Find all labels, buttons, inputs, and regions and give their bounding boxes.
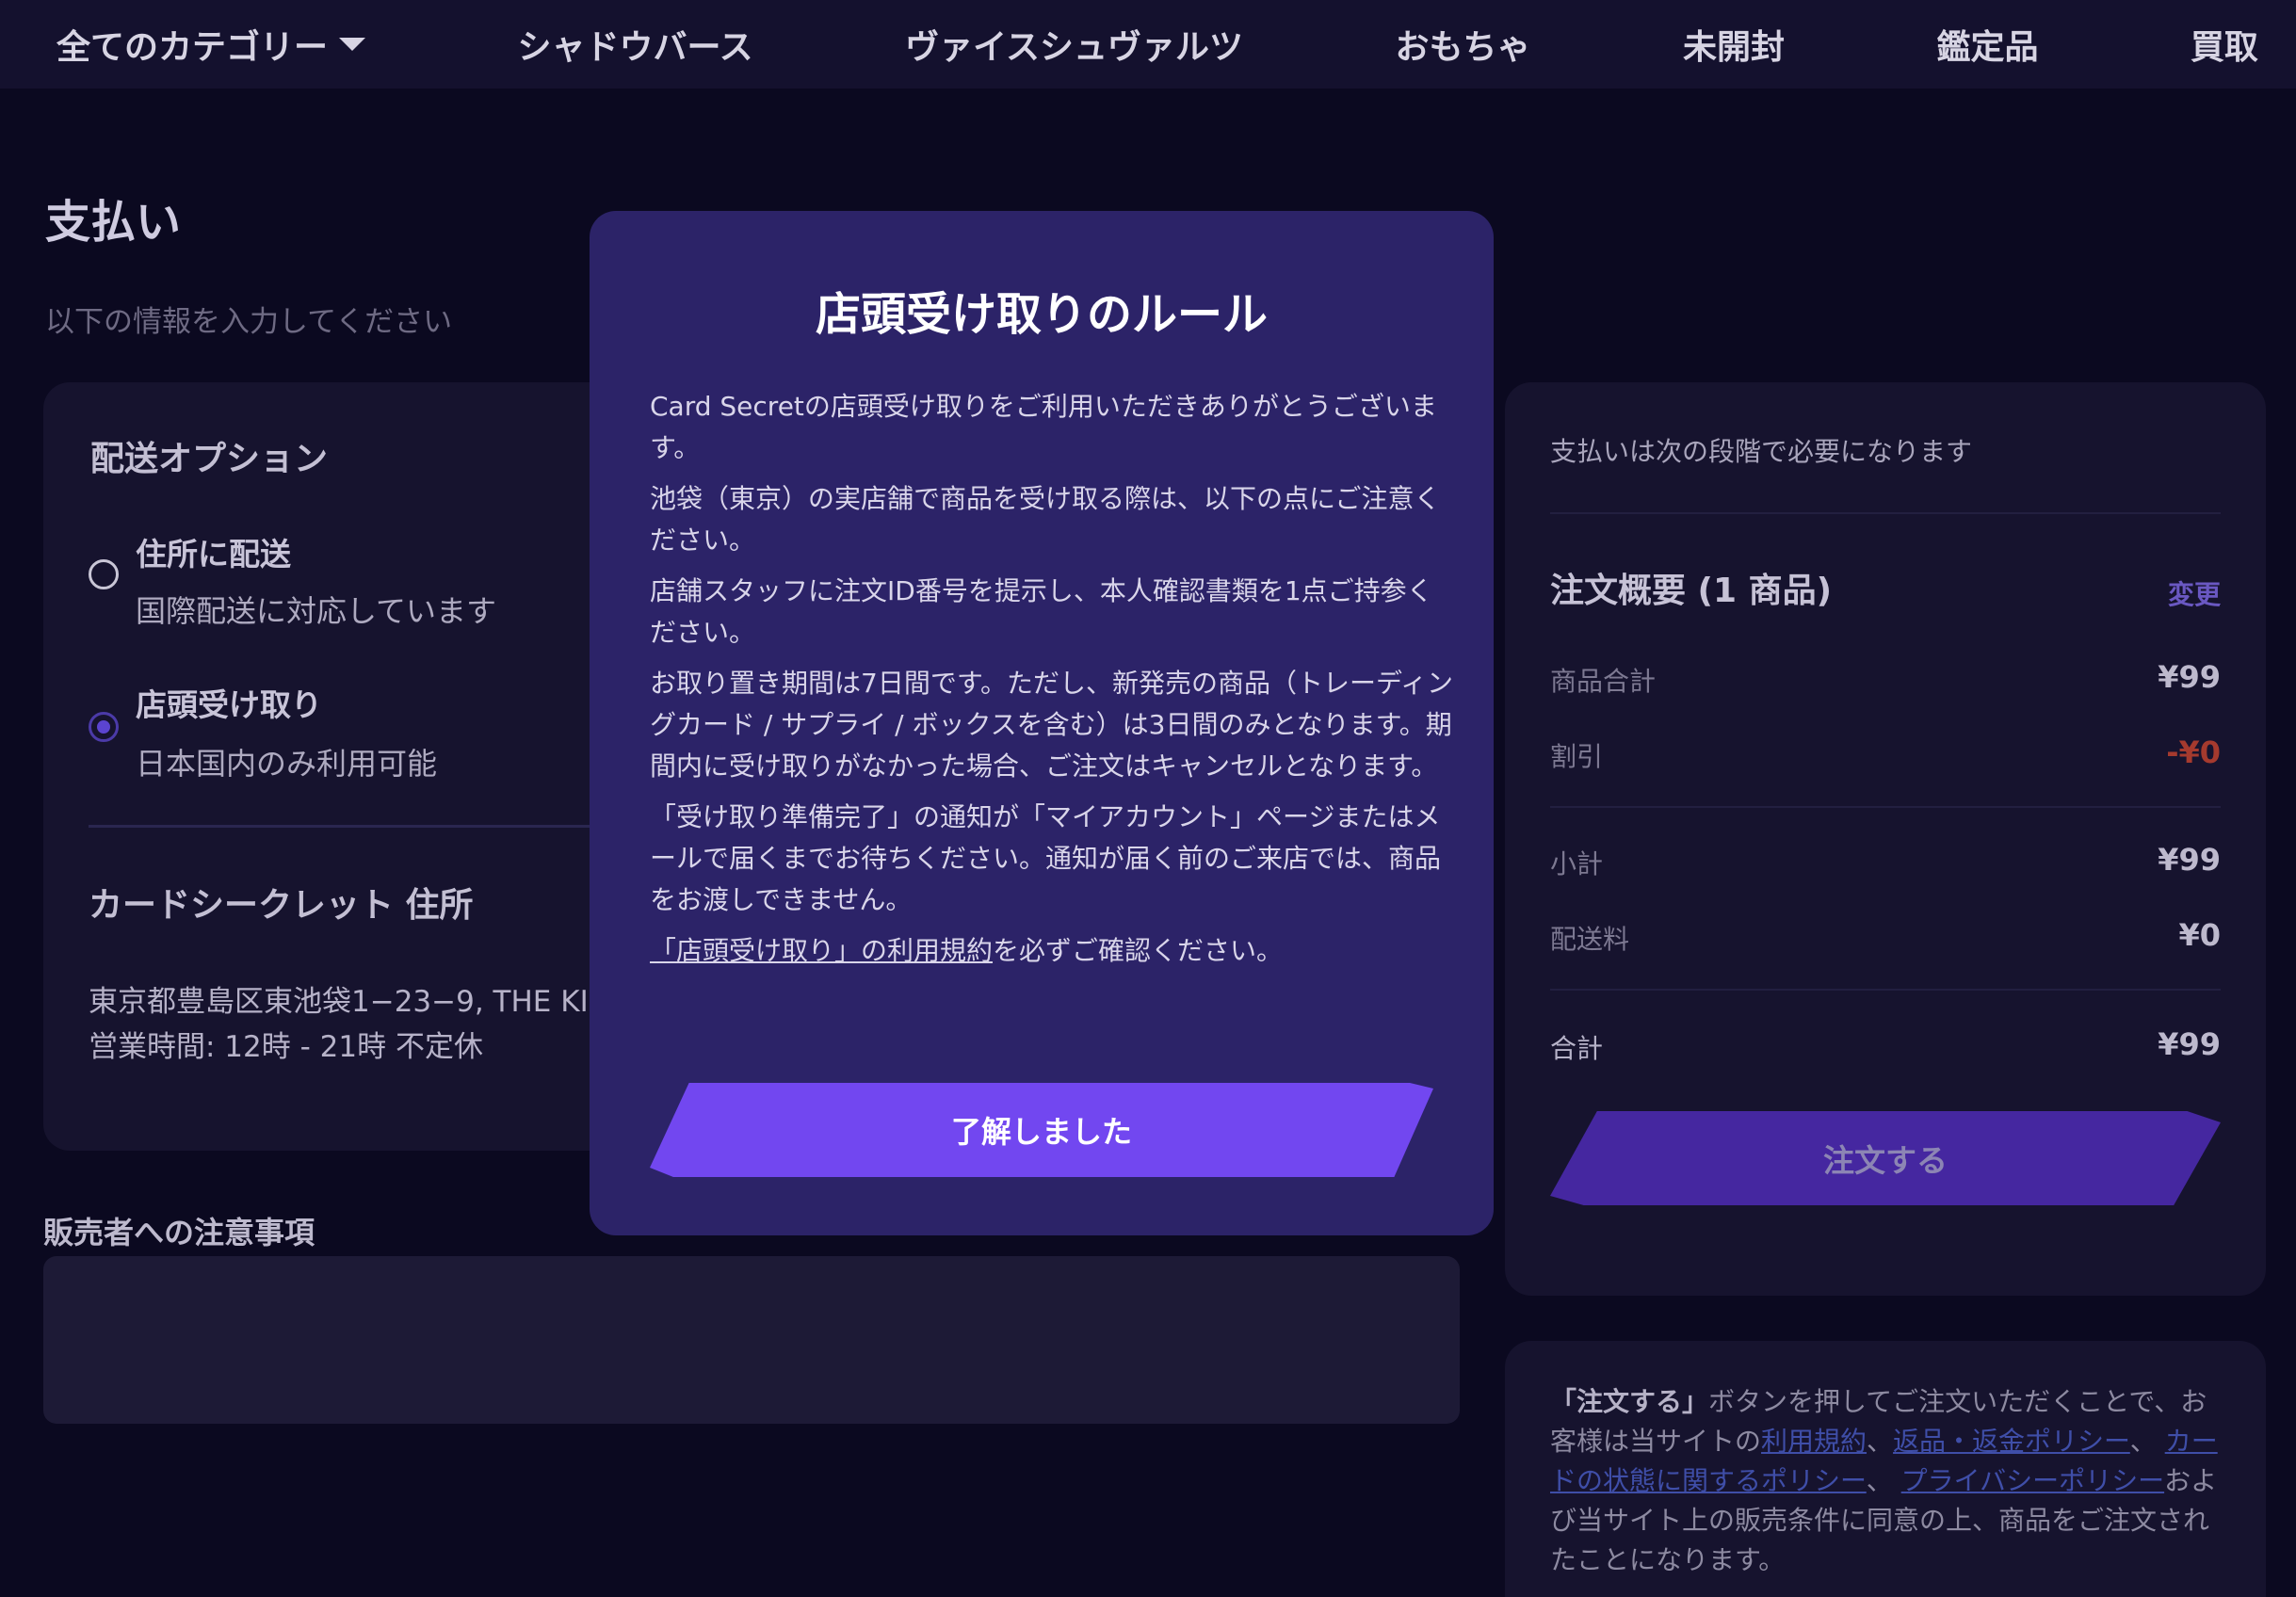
modal-paragraph: お取り置き期間は7日間です。ただし、新発売の商品（トレーディングカード / サプ… bbox=[650, 668, 1454, 782]
acknowledge-button[interactable]: 了解しました bbox=[650, 1083, 1433, 1177]
option-pickup-desc: 日本国内のみ利用可能 bbox=[136, 746, 438, 782]
discount-value: -¥0 bbox=[2166, 734, 2221, 770]
place-order-button[interactable]: 注文する bbox=[1550, 1111, 2221, 1205]
seller-notes-input[interactable] bbox=[43, 1256, 1460, 1424]
shop-hours-line: 営業時間: 12時 - 21時 不定休 bbox=[89, 1030, 483, 1064]
legal-notice: 「注文する」ボタンを押してご注文いただくことで、お客様は当サイトの利用規約、返品… bbox=[1550, 1382, 2224, 1580]
option-pickup-title: 店頭受け取り bbox=[136, 686, 322, 723]
nav-all-categories[interactable]: 全てのカテゴリー bbox=[57, 20, 366, 69]
notes-label: 販売者への注意事項 bbox=[43, 1215, 315, 1250]
legal-separator: 、 bbox=[1866, 1465, 1901, 1496]
shipping-label: 配送料 bbox=[1550, 924, 1630, 955]
subtotal-items-label: 商品合計 bbox=[1550, 666, 1657, 697]
divider bbox=[1550, 806, 2221, 808]
subtotal-value: ¥99 bbox=[2158, 842, 2221, 878]
modal-body: Card Secretの店頭受け取りをご利用いただきありがとうございます。 池袋… bbox=[650, 386, 1456, 981]
subtotal-items-value: ¥99 bbox=[2158, 659, 2221, 695]
shop-address-line: 東京都豊島区東池袋1−23−9, THE KINI bbox=[89, 985, 620, 1019]
top-nav: 全てのカテゴリー シャドウバース ヴァイスシュヴァルツ おもちゃ 未開封 鑑定品… bbox=[0, 0, 2296, 89]
nav-item-weiss-schwarz[interactable]: ヴァイスシュヴァルツ bbox=[905, 20, 1243, 69]
order-summary-title: 注文概要 (1 商品) bbox=[1550, 572, 1833, 610]
subtotal-label: 小計 bbox=[1550, 848, 1604, 879]
pickup-rules-modal: 店頭受け取りのルール Card Secretの店頭受け取りをご利用いただきありが… bbox=[590, 211, 1494, 1235]
nav-all-categories-label: 全てのカテゴリー bbox=[57, 28, 329, 67]
modal-title: 店頭受け取りのルール bbox=[815, 288, 1268, 341]
page-subtitle: 以下の情報を入力してください bbox=[45, 305, 453, 339]
total-label: 合計 bbox=[1550, 1033, 1604, 1064]
terms-link[interactable]: 利用規約 bbox=[1761, 1426, 1867, 1457]
divider bbox=[89, 825, 597, 828]
page-title: 支払い bbox=[45, 196, 182, 249]
modal-paragraph: 池袋（東京）の実店舗で商品を受け取る際は、以下の点にご注意ください。 bbox=[650, 483, 1441, 556]
option-ship-title: 住所に配送 bbox=[136, 536, 291, 573]
payment-note: 支払いは次の段階で必要になります bbox=[1550, 436, 1973, 467]
option-ship-desc: 国際配送に対応しています bbox=[136, 593, 497, 629]
privacy-policy-link[interactable]: プライバシーポリシー bbox=[1901, 1465, 2164, 1496]
legal-separator: 、 bbox=[2129, 1426, 2165, 1457]
discount-label: 割引 bbox=[1550, 741, 1604, 772]
modal-paragraph: 店舗スタッフに注文ID番号を提示し、本人確認書類を1点ご持参ください。 bbox=[650, 575, 1433, 648]
nav-item-sealed[interactable]: 未開封 bbox=[1683, 20, 1785, 69]
radio-store-pickup[interactable] bbox=[89, 712, 119, 742]
total-value: ¥99 bbox=[2158, 1026, 2221, 1062]
nav-item-shadowverse[interactable]: シャドウバース bbox=[517, 20, 752, 69]
modal-paragraph: Card Secretの店頭受け取りをご利用いただきありがとうございます。 bbox=[650, 391, 1437, 463]
modal-paragraph: 「受け取り準備完了」の通知が「マイアカウント」ページまたはメールで届くまでお待ち… bbox=[650, 801, 1442, 915]
radio-ship-to-address[interactable] bbox=[89, 559, 119, 589]
chevron-down-icon bbox=[339, 38, 366, 51]
returns-policy-link[interactable]: 返品・返金ポリシー bbox=[1893, 1426, 2130, 1457]
delivery-options-title: 配送オプション bbox=[90, 440, 329, 478]
divider bbox=[1550, 512, 2221, 514]
pickup-terms-suffix: を必ずご確認ください。 bbox=[993, 935, 1284, 966]
divider bbox=[1550, 989, 2221, 991]
modal-paragraph: 「店頭受け取り」の利用規約を必ずご確認ください。 bbox=[650, 930, 1456, 972]
change-link[interactable]: 変更 bbox=[2168, 574, 2221, 612]
shipping-value: ¥0 bbox=[2178, 917, 2221, 953]
pickup-terms-link[interactable]: 「店頭受け取り」の利用規約 bbox=[650, 935, 993, 966]
shop-address-title: カードシークレット 住所 bbox=[89, 886, 474, 925]
legal-order-term: 「注文する」 bbox=[1550, 1386, 1709, 1417]
nav-item-graded[interactable]: 鑑定品 bbox=[1936, 20, 2038, 69]
nav-item-buyback[interactable]: 買取 bbox=[2191, 20, 2258, 69]
legal-separator: 、 bbox=[1867, 1426, 1894, 1457]
nav-item-toys[interactable]: おもちゃ bbox=[1396, 20, 1531, 69]
